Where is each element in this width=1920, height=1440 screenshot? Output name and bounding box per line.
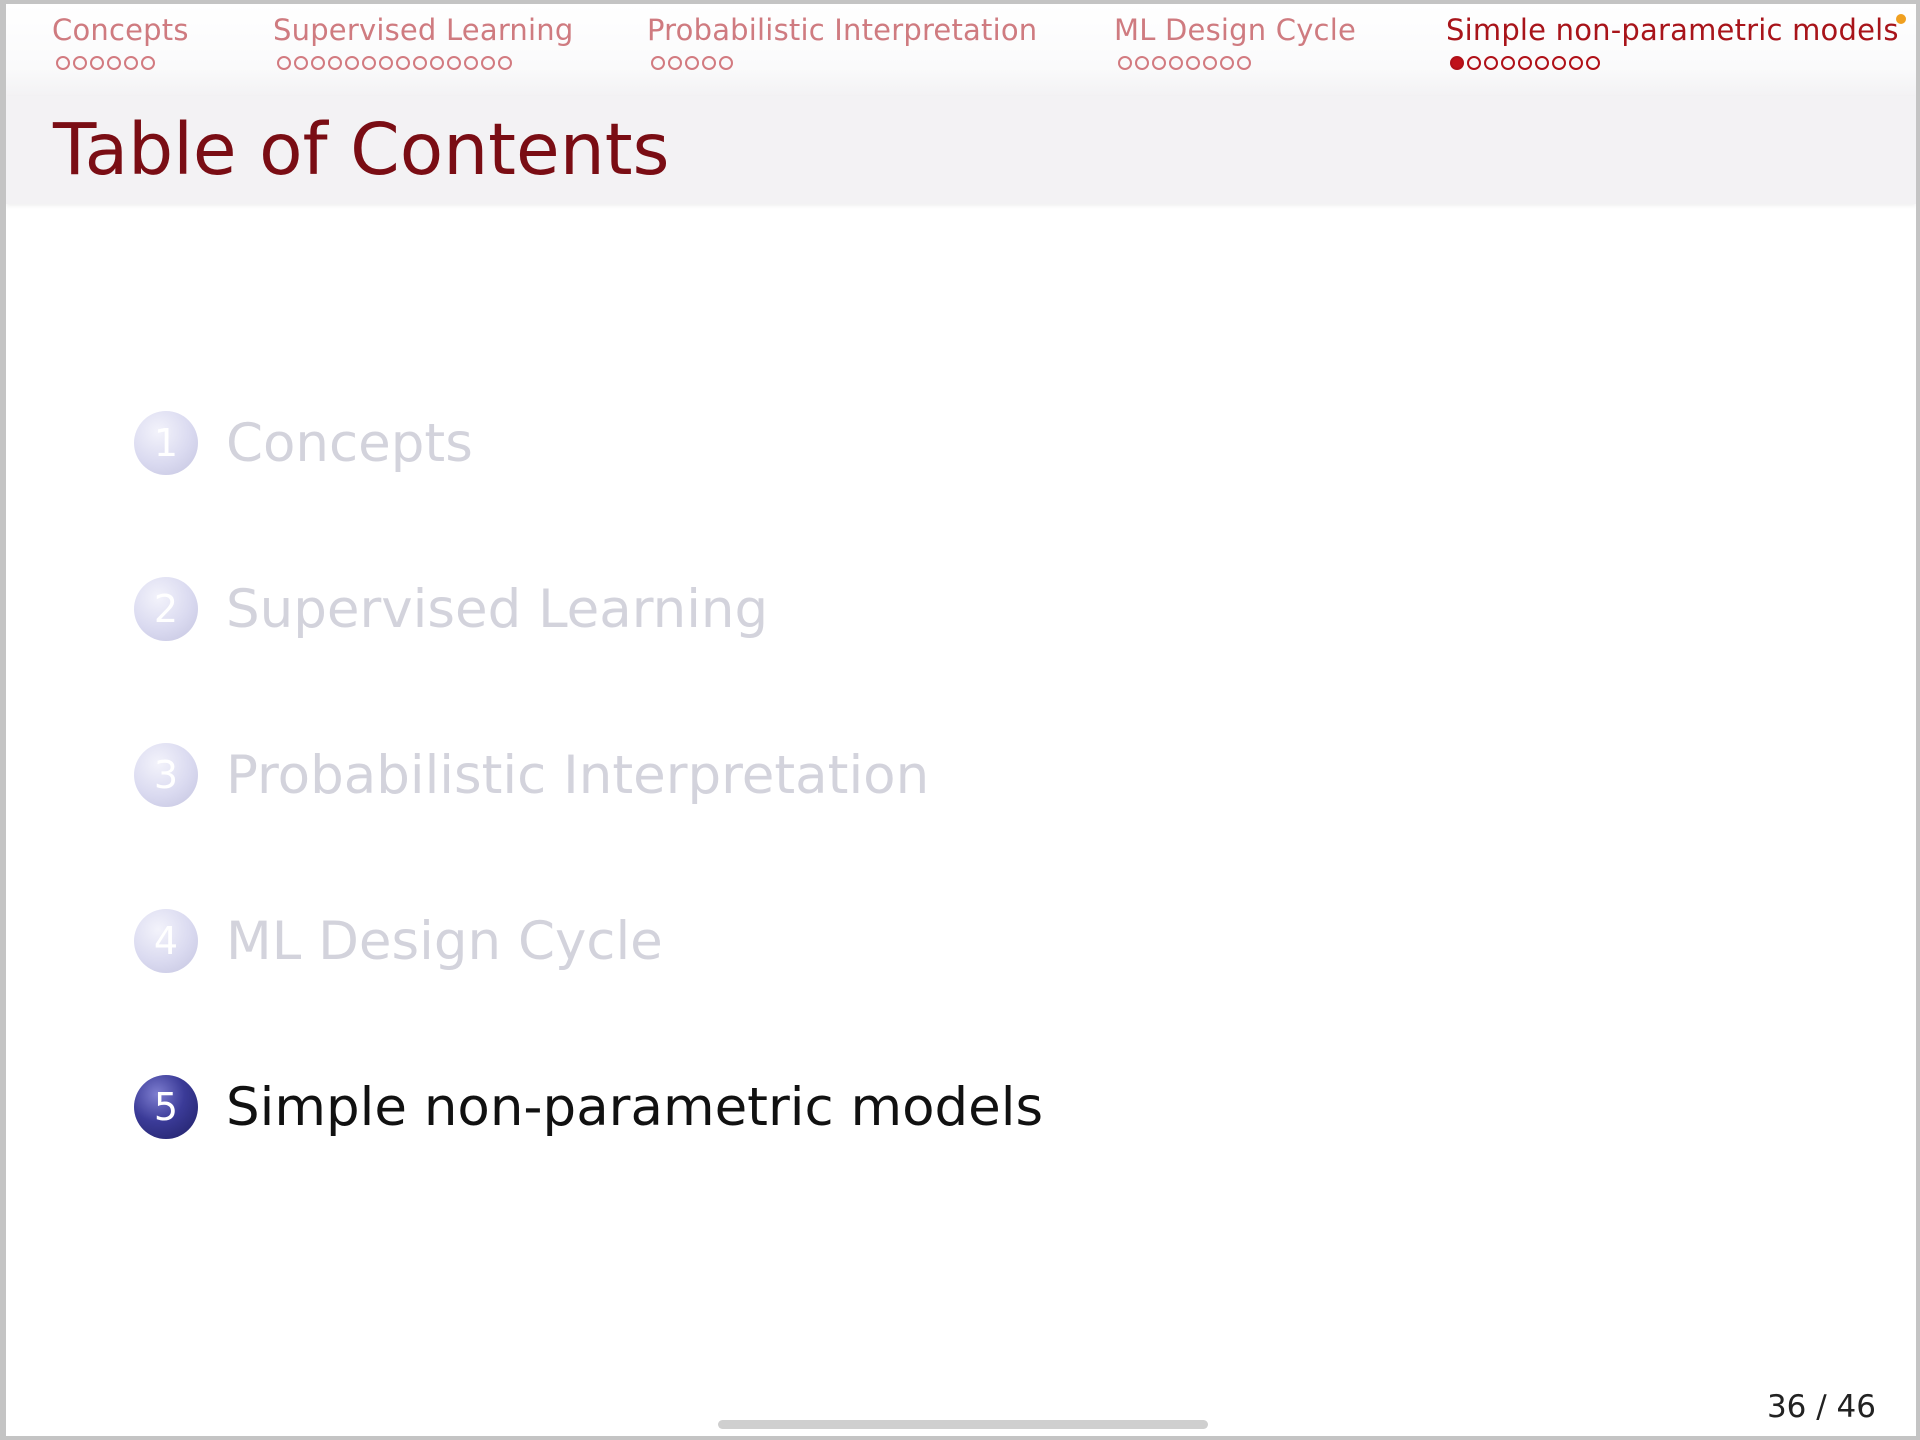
nav-frame-dot[interactable] (345, 56, 359, 70)
nav-frame-dot[interactable] (685, 56, 699, 70)
nav-section-dots (277, 56, 573, 70)
nav-frame-dot[interactable] (277, 56, 291, 70)
nav-frame-dot[interactable] (294, 56, 308, 70)
nav-frame-dot[interactable] (311, 56, 325, 70)
nav-section-title[interactable]: Supervised Learning (273, 12, 573, 48)
nav-section-title[interactable]: Simple non-parametric models (1446, 12, 1899, 48)
nav-frame-dot[interactable] (1169, 56, 1183, 70)
nav-frame-dot[interactable] (362, 56, 376, 70)
table-of-contents: 1 Concepts 2 Supervised Learning 3 Proba… (134, 401, 1043, 1231)
nav-frame-dot[interactable] (1535, 56, 1549, 70)
corner-marker (1896, 14, 1906, 24)
nav-frame-dot[interactable] (1467, 56, 1481, 70)
nav-section-dots (651, 56, 1037, 70)
nav-frame-dot-current[interactable] (1450, 56, 1464, 70)
page-number: 36 / 46 (1766, 1389, 1876, 1425)
nav-section-simple-non-parametric-models[interactable]: Simple non-parametric models (1446, 12, 1899, 70)
nav-frame-dot[interactable] (464, 56, 478, 70)
nav-frame-dot[interactable] (413, 56, 427, 70)
toc-item-supervised-learning[interactable]: 2 Supervised Learning (134, 567, 1043, 651)
nav-frame-dot[interactable] (73, 56, 87, 70)
nav-section-title[interactable]: Probabilistic Interpretation (647, 12, 1037, 48)
nav-frame-dot[interactable] (1220, 56, 1234, 70)
frame-title: Table of Contents (53, 108, 670, 191)
toc-item-concepts[interactable]: 1 Concepts (134, 401, 1043, 485)
nav-frame-dot[interactable] (1152, 56, 1166, 70)
nav-section-concepts[interactable]: Concepts (52, 12, 189, 70)
nav-frame-dot[interactable] (124, 56, 138, 70)
toc-item-label[interactable]: Probabilistic Interpretation (226, 745, 929, 806)
nav-frame-dot[interactable] (1135, 56, 1149, 70)
nav-section-dots (56, 56, 189, 70)
nav-frame-dot[interactable] (1501, 56, 1515, 70)
nav-section-title[interactable]: Concepts (52, 12, 189, 48)
nav-section-ml-design-cycle[interactable]: ML Design Cycle (1114, 12, 1356, 70)
toc-item-label[interactable]: Supervised Learning (226, 579, 768, 640)
toc-number-ball: 2 (134, 577, 198, 641)
nav-frame-dot[interactable] (1203, 56, 1217, 70)
toc-number-ball: 5 (134, 1075, 198, 1139)
nav-section-supervised-learning[interactable]: Supervised Learning (273, 12, 573, 70)
nav-frame-dot[interactable] (498, 56, 512, 70)
nav-frame-dot[interactable] (1586, 56, 1600, 70)
nav-section-title[interactable]: ML Design Cycle (1114, 12, 1356, 48)
toc-item-label[interactable]: ML Design Cycle (226, 911, 663, 972)
nav-frame-dot[interactable] (1237, 56, 1251, 70)
nav-frame-dot[interactable] (481, 56, 495, 70)
toc-item-ml-design-cycle[interactable]: 4 ML Design Cycle (134, 899, 1043, 983)
nav-frame-dot[interactable] (1569, 56, 1583, 70)
toc-item-probabilistic-interpretation[interactable]: 3 Probabilistic Interpretation (134, 733, 1043, 817)
nav-frame-dot[interactable] (328, 56, 342, 70)
slide: Concepts Supervised Learning Probabilist… (6, 4, 1916, 1436)
toc-number-ball: 3 (134, 743, 198, 807)
nav-frame-dot[interactable] (447, 56, 461, 70)
nav-frame-dot[interactable] (90, 56, 104, 70)
toc-item-label[interactable]: Simple non-parametric models (226, 1077, 1043, 1138)
scroll-indicator[interactable] (718, 1420, 1208, 1429)
toc-number-ball: 4 (134, 909, 198, 973)
section-navigation: Concepts Supervised Learning Probabilist… (6, 4, 1916, 96)
toc-item-simple-non-parametric-models[interactable]: 5 Simple non-parametric models (134, 1065, 1043, 1149)
nav-frame-dot[interactable] (668, 56, 682, 70)
toc-item-label[interactable]: Concepts (226, 413, 473, 474)
nav-frame-dot[interactable] (56, 56, 70, 70)
nav-section-probabilistic-interpretation[interactable]: Probabilistic Interpretation (647, 12, 1037, 70)
nav-frame-dot[interactable] (430, 56, 444, 70)
nav-frame-dot[interactable] (651, 56, 665, 70)
nav-frame-dot[interactable] (379, 56, 393, 70)
nav-frame-dot[interactable] (1186, 56, 1200, 70)
nav-frame-dot[interactable] (107, 56, 121, 70)
nav-section-dots (1118, 56, 1356, 70)
nav-frame-dot[interactable] (1118, 56, 1132, 70)
nav-frame-dot[interactable] (1518, 56, 1532, 70)
nav-frame-dot[interactable] (719, 56, 733, 70)
nav-frame-dot[interactable] (1552, 56, 1566, 70)
nav-frame-dot[interactable] (1484, 56, 1498, 70)
frame-title-bar: Table of Contents (6, 96, 1916, 204)
nav-section-dots (1450, 56, 1899, 70)
nav-frame-dot[interactable] (141, 56, 155, 70)
nav-frame-dot[interactable] (396, 56, 410, 70)
nav-frame-dot[interactable] (702, 56, 716, 70)
toc-number-ball: 1 (134, 411, 198, 475)
